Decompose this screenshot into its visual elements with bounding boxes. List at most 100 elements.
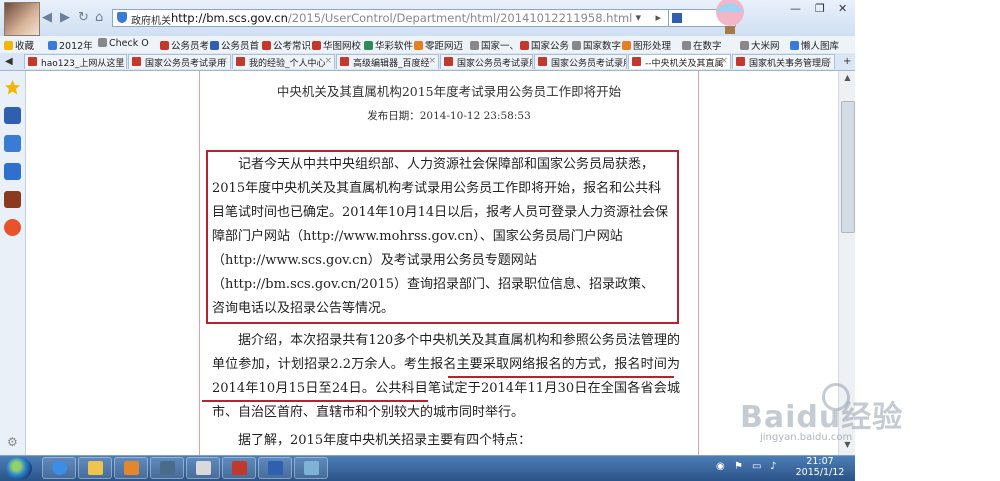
bookmark-favicon-icon	[572, 41, 581, 50]
tab-close-icon[interactable]: ×	[428, 56, 436, 66]
start-button[interactable]	[6, 457, 32, 480]
bookmark-favicon-icon	[740, 41, 749, 50]
bookmark-item[interactable]: 公考常识	[262, 38, 311, 52]
favorites-star-icon[interactable]	[4, 79, 21, 96]
back-icon[interactable]: ◀	[42, 10, 52, 25]
tray-display-icon[interactable]: ▭	[752, 461, 761, 472]
folder-icon	[88, 461, 103, 475]
tab-close-icon[interactable]: ×	[824, 56, 832, 66]
cloud-icon[interactable]	[4, 135, 21, 152]
bookmark-item[interactable]: 国家数字	[572, 38, 621, 52]
bookmark-item[interactable]: 国家公务	[520, 38, 569, 52]
bookmark-label: 国家公务	[531, 41, 570, 52]
bookmark-item[interactable]: 零距网迈	[414, 38, 463, 52]
address-toolbar: ◀ ▶ ↻ ⌂ 政府机关 http://bm.scs.gov.cn/2015/U…	[0, 0, 855, 37]
taskbar-media[interactable]	[114, 457, 148, 479]
user-avatar[interactable]	[4, 2, 40, 36]
bookmark-item[interactable]: 华彩软件	[364, 38, 413, 52]
bookmark-label: 图形处理	[633, 41, 672, 52]
tab[interactable]: 国家公务员考试录用 ×	[128, 54, 231, 69]
security-shield-icon	[117, 12, 127, 23]
bookmark-item[interactable]: 华图网校	[312, 38, 361, 52]
tab-scroll-left-icon[interactable]: ◀	[5, 56, 13, 67]
tab[interactable]: hao123_上网从这里 ×	[24, 54, 127, 69]
bookmark-item[interactable]: 收藏	[4, 38, 34, 52]
highlight-underline	[202, 400, 428, 402]
home-icon[interactable]: ⌂	[95, 10, 103, 25]
taskbar-pdf[interactable]	[222, 457, 256, 479]
bookmark-item[interactable]: 图形处理	[622, 38, 671, 52]
article-paragraph-3: 据了解，2015年度中央机关招录主要有四个特点：	[238, 433, 532, 448]
restore-icon[interactable]: ❐	[815, 2, 825, 15]
tab[interactable]: 高级编辑器_百度经 ×	[336, 54, 439, 69]
bookmark-label: 2012年	[59, 41, 93, 52]
bookmark-favicon-icon	[470, 41, 479, 50]
taskbar-clock[interactable]: 21:07 2015/1/12	[790, 456, 850, 478]
tray-flag-icon[interactable]: ⚑	[734, 461, 743, 472]
tab[interactable]: 国家机关事务管理局 ×	[732, 54, 835, 69]
ie-icon	[52, 461, 67, 475]
bookmark-item[interactable]: 在数字	[682, 38, 722, 52]
bookmark-item[interactable]: 公务员考	[160, 38, 209, 52]
taskbar-explorer[interactable]	[78, 457, 112, 479]
tray-volume-icon[interactable]: ♪	[770, 461, 776, 472]
bookmark-label: Check O	[109, 38, 149, 49]
bookmark-item[interactable]: 国家一、	[470, 38, 519, 52]
tab-close-icon[interactable]: ×	[720, 56, 728, 66]
taskbar-app2[interactable]	[186, 457, 220, 479]
forward-icon[interactable]: ▶	[60, 10, 70, 25]
bookmark-item[interactable]: 大米网	[740, 38, 780, 52]
tab[interactable]: --中央机关及其直属 ×	[628, 54, 731, 69]
weibo-icon[interactable]	[4, 107, 21, 124]
minimize-icon[interactable]: —	[790, 2, 801, 15]
page-content: 中央机关及其直属机构2015年度考试录用公务员工作即将开始 发布日期：2014-…	[26, 71, 838, 455]
bookmark-label: 零距网迈	[425, 41, 464, 52]
highlight-box	[206, 150, 679, 324]
browser-window: ◀ ▶ ↻ ⌂ 政府机关 http://bm.scs.gov.cn/2015/U…	[0, 0, 855, 455]
tab-strip: ◀ + hao123_上网从这里 × 国家公务员考试录用 × 我的经验_个人中心 × 高级编…	[0, 53, 855, 71]
pdf-icon	[232, 461, 247, 475]
tab[interactable]: 国家公务员考试录用 ×	[440, 54, 533, 69]
bookmark-item[interactable]: 2012年	[48, 38, 93, 52]
close-icon[interactable]: ✕	[838, 2, 847, 15]
bookmark-favicon-icon	[414, 41, 423, 50]
url-text[interactable]: http://bm.scs.gov.cn/2015/UserControl/De…	[171, 11, 632, 25]
reader-icon[interactable]	[4, 191, 21, 208]
scroll-up-icon[interactable]: ▲	[841, 73, 854, 86]
tab-close-icon[interactable]: ×	[522, 56, 530, 66]
taskbar-word[interactable]	[258, 457, 292, 479]
search-engine-icon[interactable]	[672, 13, 682, 23]
scroll-thumb[interactable]	[841, 101, 855, 233]
sina-weibo-icon[interactable]	[4, 219, 21, 236]
url-dropdown-icon[interactable]: ▾	[635, 11, 641, 24]
taskbar-paint[interactable]	[294, 457, 328, 479]
tray-network-icon[interactable]: ◉	[716, 461, 725, 472]
taskbar-ie[interactable]	[42, 457, 76, 479]
tab-close-icon[interactable]: ×	[220, 56, 228, 66]
tab[interactable]: 我的经验_个人中心 ×	[232, 54, 335, 69]
tab-close-icon[interactable]: ×	[324, 56, 332, 66]
article-date: 发布日期：2014-10-12 23:58:53	[367, 110, 531, 122]
clock-time: 21:07	[806, 456, 834, 467]
tab-close-icon[interactable]: ×	[616, 56, 624, 66]
go-icon[interactable]: ▸	[655, 11, 661, 24]
bookmark-label: 国家数字	[583, 41, 622, 52]
bookmark-label: 公考常识	[273, 41, 312, 52]
taskbar-app1[interactable]	[150, 457, 184, 479]
new-tab-icon[interactable]: +	[843, 56, 851, 67]
address-bar[interactable]: 政府机关 http://bm.scs.gov.cn/2015/UserContr…	[112, 9, 672, 27]
refresh-icon[interactable]: ↻	[78, 10, 89, 25]
bookmark-favicon-icon	[48, 41, 57, 50]
tab[interactable]: 国家公务员考试录用 ×	[534, 54, 627, 69]
paint-icon	[304, 461, 319, 475]
bookmark-item[interactable]: 公务员首	[210, 38, 259, 52]
watermark-brand: Baidu经验	[740, 400, 904, 435]
bookmark-item[interactable]: Check O	[98, 38, 149, 49]
tab-close-icon[interactable]: ×	[116, 56, 124, 66]
tieba-icon[interactable]	[4, 163, 21, 180]
bookmark-favicon-icon	[622, 41, 631, 50]
bookmark-item[interactable]: 懒人图库	[790, 38, 839, 52]
settings-gear-icon[interactable]: ⚙	[7, 435, 18, 449]
hot-air-balloon-skin	[716, 0, 744, 34]
bookmarks-bar: 收藏 2012年 Check O 公务员考 公务员首 公考常识 华图网校 华彩软件 零距网迈 国家…	[0, 36, 855, 54]
